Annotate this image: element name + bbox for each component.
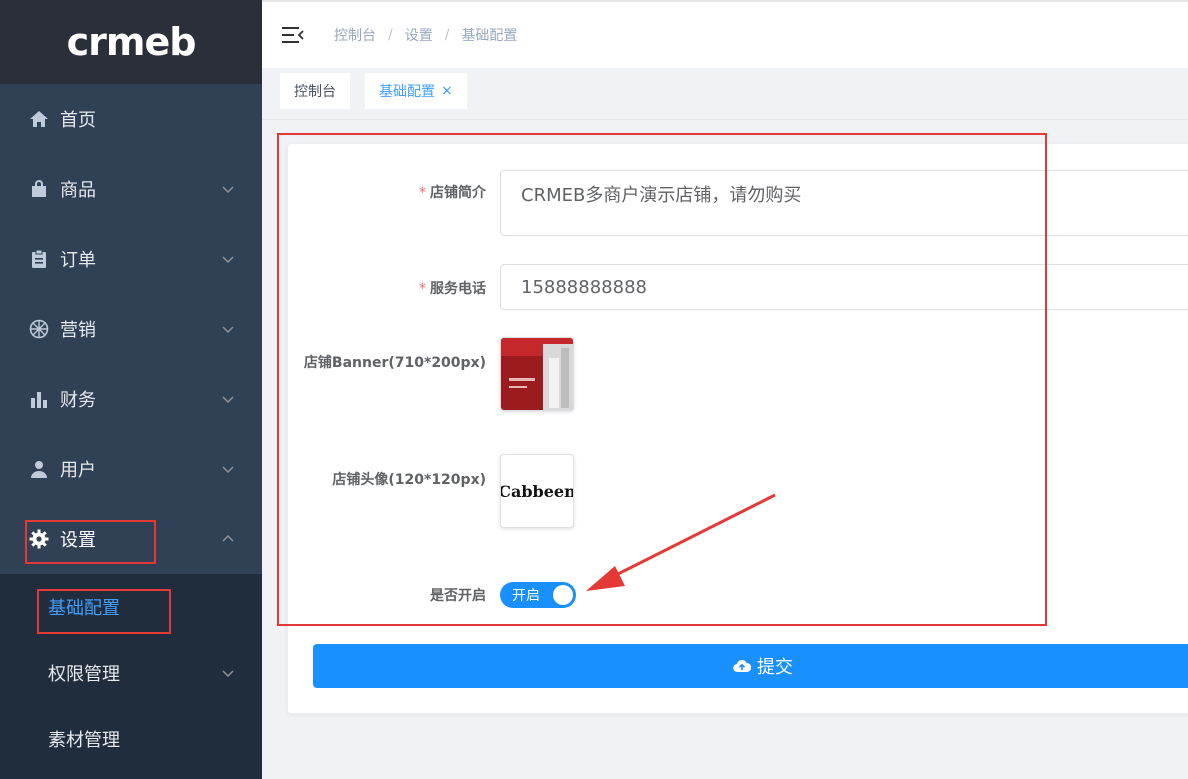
sidebar-item-label: 商品 — [60, 180, 96, 201]
submit-button[interactable]: 提交 — [313, 644, 1188, 688]
banner-label: 店铺Banner(710*200px) — [303, 355, 486, 371]
clipboard-icon — [28, 248, 50, 270]
sidebar-item-home[interactable]: 首页 — [0, 84, 262, 154]
breadcrumb-separator: / — [444, 27, 450, 43]
config-form-card: * 店铺简介 CRMEB多商户演示店铺，请勿购买 * 服务电话 1588888888… — [287, 143, 1188, 714]
avatar-logo-text: Cabbeen — [500, 481, 574, 501]
breadcrumb: 控制台 / 设置 / 基础配置 — [334, 25, 517, 45]
chevron-down-icon — [222, 186, 234, 194]
wheel-icon — [28, 318, 50, 340]
user-icon — [28, 458, 50, 480]
store-intro-textarea[interactable]: CRMEB多商户演示店铺，请勿购买 — [500, 170, 1188, 236]
sidebar-subitem-materials[interactable]: 素材管理 — [0, 706, 262, 772]
intro-label: * 店铺简介 — [308, 182, 486, 202]
enabled-label: 是否开启 — [430, 588, 486, 604]
bag-icon — [28, 178, 50, 200]
logo[interactable]: crmeb — [0, 0, 262, 84]
intro-label-text: 店铺简介 — [430, 185, 486, 201]
sidebar-item-label: 财务 — [60, 390, 96, 411]
sidebar-subitem-label: 基础配置 — [48, 598, 120, 619]
sidebar-item-label: 首页 — [60, 110, 96, 131]
sidebar-subitem-label: 素材管理 — [48, 730, 120, 751]
service-phone-input[interactable]: 15888888888 — [500, 264, 1188, 310]
top-header: 控制台 / 设置 / 基础配置 — [262, 0, 1188, 68]
bar-chart-icon — [28, 388, 50, 410]
required-mark: * — [419, 185, 426, 201]
sidebar-item-orders[interactable]: 订单 — [0, 224, 262, 294]
required-mark: * — [419, 281, 426, 297]
store-intro-value: CRMEB多商户演示店铺，请勿购买 — [521, 185, 802, 206]
annotation-arrow — [586, 493, 776, 591]
breadcrumb-item-dashboard[interactable]: 控制台 — [334, 25, 376, 45]
store-enabled-switch[interactable]: 开启 — [500, 582, 576, 608]
home-icon — [28, 108, 50, 130]
sidebar-item-label: 设置 — [60, 530, 96, 551]
sidebar-subitem-label: 权限管理 — [48, 664, 120, 685]
breadcrumb-separator: / — [388, 27, 393, 43]
breadcrumb-item-current: 基础配置 — [461, 28, 518, 44]
sidebar-subitem-permissions[interactable]: 权限管理 — [0, 640, 262, 706]
avatar-label: 店铺头像(120*120px) — [332, 472, 486, 488]
sidebar-item-products[interactable]: 商品 — [0, 154, 262, 224]
sidebar-item-finance[interactable]: 财务 — [0, 364, 262, 434]
sidebar-subitem-basic-config[interactable]: 基础配置 — [0, 574, 262, 640]
sidebar-item-label: 营销 — [60, 320, 96, 341]
phone-label: * 服务电话 — [308, 278, 486, 298]
close-icon[interactable]: × — [441, 83, 453, 99]
sidebar-item-label: 订单 — [60, 250, 96, 271]
sidebar-item-marketing[interactable]: 营销 — [0, 294, 262, 364]
cloud-upload-icon — [733, 659, 751, 673]
phone-label-text: 服务电话 — [430, 281, 486, 297]
switch-text: 开启 — [512, 588, 540, 604]
breadcrumb-item-settings[interactable]: 设置 — [405, 25, 433, 45]
switch-knob — [553, 585, 573, 605]
submit-label: 提交 — [757, 657, 793, 678]
chevron-down-icon — [222, 326, 234, 334]
sidebar: crmeb 首页 商品 订单 营销 财务 用户 设置 基础配置 权限管理 素材管… — [0, 0, 262, 779]
gear-icon — [28, 528, 50, 550]
chevron-down-icon — [222, 466, 234, 474]
chevron-down-icon — [222, 256, 234, 264]
banner-image-upload[interactable] — [500, 337, 574, 411]
sidebar-item-users[interactable]: 用户 — [0, 434, 262, 504]
chevron-down-icon — [222, 396, 234, 404]
chevron-down-icon — [222, 670, 234, 678]
tags-view-bar: 控制台 基础配置 × — [262, 68, 1188, 120]
chevron-up-icon — [222, 534, 234, 542]
tag-basic-config[interactable]: 基础配置 × — [365, 73, 467, 109]
banner-thumbnail-image — [501, 338, 573, 410]
sidebar-item-settings[interactable]: 设置 — [0, 504, 262, 574]
sidebar-item-label: 用户 — [60, 460, 96, 481]
avatar-image-upload[interactable]: Cabbeen — [500, 454, 574, 528]
tag-label: 控制台 — [294, 84, 336, 100]
tag-dashboard[interactable]: 控制台 — [280, 73, 350, 109]
service-phone-value: 15888888888 — [521, 276, 647, 298]
menu-toggle-icon[interactable] — [282, 25, 304, 45]
tag-label: 基础配置 — [379, 84, 435, 100]
settings-submenu: 基础配置 权限管理 素材管理 — [0, 574, 262, 779]
logo-text: crmeb — [66, 20, 197, 64]
